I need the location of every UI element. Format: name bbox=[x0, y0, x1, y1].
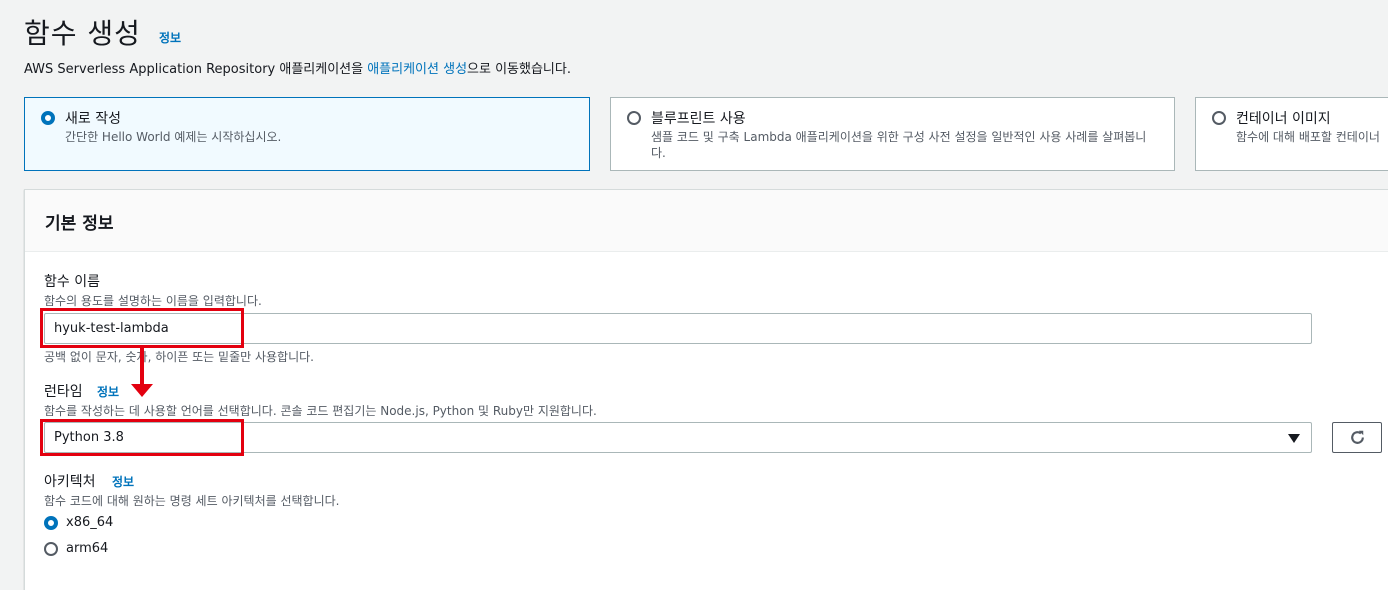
page-title: 함수 생성 bbox=[24, 17, 141, 50]
option-title: 블루프린트 사용 bbox=[651, 111, 746, 127]
runtime-desc: 함수를 작성하는 데 사용할 언어를 선택합니다. 콘솔 코드 편집기는 Nod… bbox=[44, 404, 597, 418]
option-title: 새로 작성 bbox=[65, 111, 121, 127]
architecture-option-label: arm64 bbox=[66, 541, 109, 556]
option-use-blueprint[interactable]: 블루프린트 사용 샘플 코드 및 구축 Lambda 애플리케이션을 위한 구성… bbox=[610, 97, 1175, 171]
architecture-label: 아키텍처 bbox=[44, 474, 96, 490]
architecture-desc: 함수 코드에 대해 원하는 명령 세트 아키텍처를 선택합니다. bbox=[44, 494, 340, 508]
option-title: 컨테이너 이미지 bbox=[1236, 111, 1331, 127]
refresh-icon bbox=[1351, 430, 1364, 444]
radio-arm64[interactable] bbox=[44, 542, 58, 556]
caret-down-icon bbox=[1288, 434, 1300, 443]
function-name-constraint: 공백 없이 문자, 숫자, 하이픈 또는 밑줄만 사용합니다. bbox=[44, 350, 314, 364]
refresh-runtime-button[interactable] bbox=[1332, 422, 1382, 453]
panel-title: 기본 정보 bbox=[45, 214, 114, 234]
runtime-label: 런타임 bbox=[44, 384, 83, 400]
basic-info-panel: 기본 정보 bbox=[24, 189, 1388, 590]
runtime-info-link[interactable]: 정보 bbox=[97, 383, 119, 400]
function-name-desc: 함수의 용도를 설명하는 이름을 입력합니다. bbox=[44, 294, 262, 308]
architecture-info-link[interactable]: 정보 bbox=[112, 473, 134, 490]
subtitle-suffix: 으로 이동했습니다. bbox=[467, 62, 571, 77]
title-info-link[interactable]: 정보 bbox=[159, 29, 181, 46]
option-desc: 함수에 대해 배포할 컨테이너 bbox=[1236, 130, 1380, 144]
radio-container-image[interactable] bbox=[1212, 111, 1226, 125]
radio-use-blueprint[interactable] bbox=[627, 111, 641, 125]
annotation-arrow-head bbox=[131, 384, 153, 397]
architecture-option-label: x86_64 bbox=[66, 515, 114, 530]
option-desc: 간단한 Hello World 예제는 시작하십시오. bbox=[65, 130, 282, 144]
runtime-selected-value: Python 3.8 bbox=[54, 430, 124, 445]
annotation-arrow-line bbox=[140, 346, 144, 386]
option-container-image[interactable]: 컨테이너 이미지 함수에 대해 배포할 컨테이너 bbox=[1195, 97, 1388, 171]
radio-x86[interactable] bbox=[44, 516, 58, 530]
runtime-select[interactable]: Python 3.8 bbox=[44, 422, 1312, 453]
function-name-input[interactable] bbox=[44, 313, 1312, 344]
create-application-link[interactable]: 애플리케이션 생성 bbox=[367, 62, 467, 77]
function-name-label: 함수 이름 bbox=[44, 274, 100, 290]
panel-header: 기본 정보 bbox=[25, 190, 1388, 252]
option-desc: 샘플 코드 및 구축 Lambda 애플리케이션을 위한 구성 사전 설정을 일… bbox=[651, 130, 1147, 160]
page-subtitle: AWS Serverless Application Repository 애플… bbox=[24, 58, 571, 77]
radio-author-from-scratch[interactable] bbox=[41, 111, 55, 125]
subtitle-prefix: AWS Serverless Application Repository 애플… bbox=[24, 62, 368, 77]
option-author-from-scratch[interactable]: 새로 작성 간단한 Hello World 예제는 시작하십시오. bbox=[24, 97, 590, 171]
